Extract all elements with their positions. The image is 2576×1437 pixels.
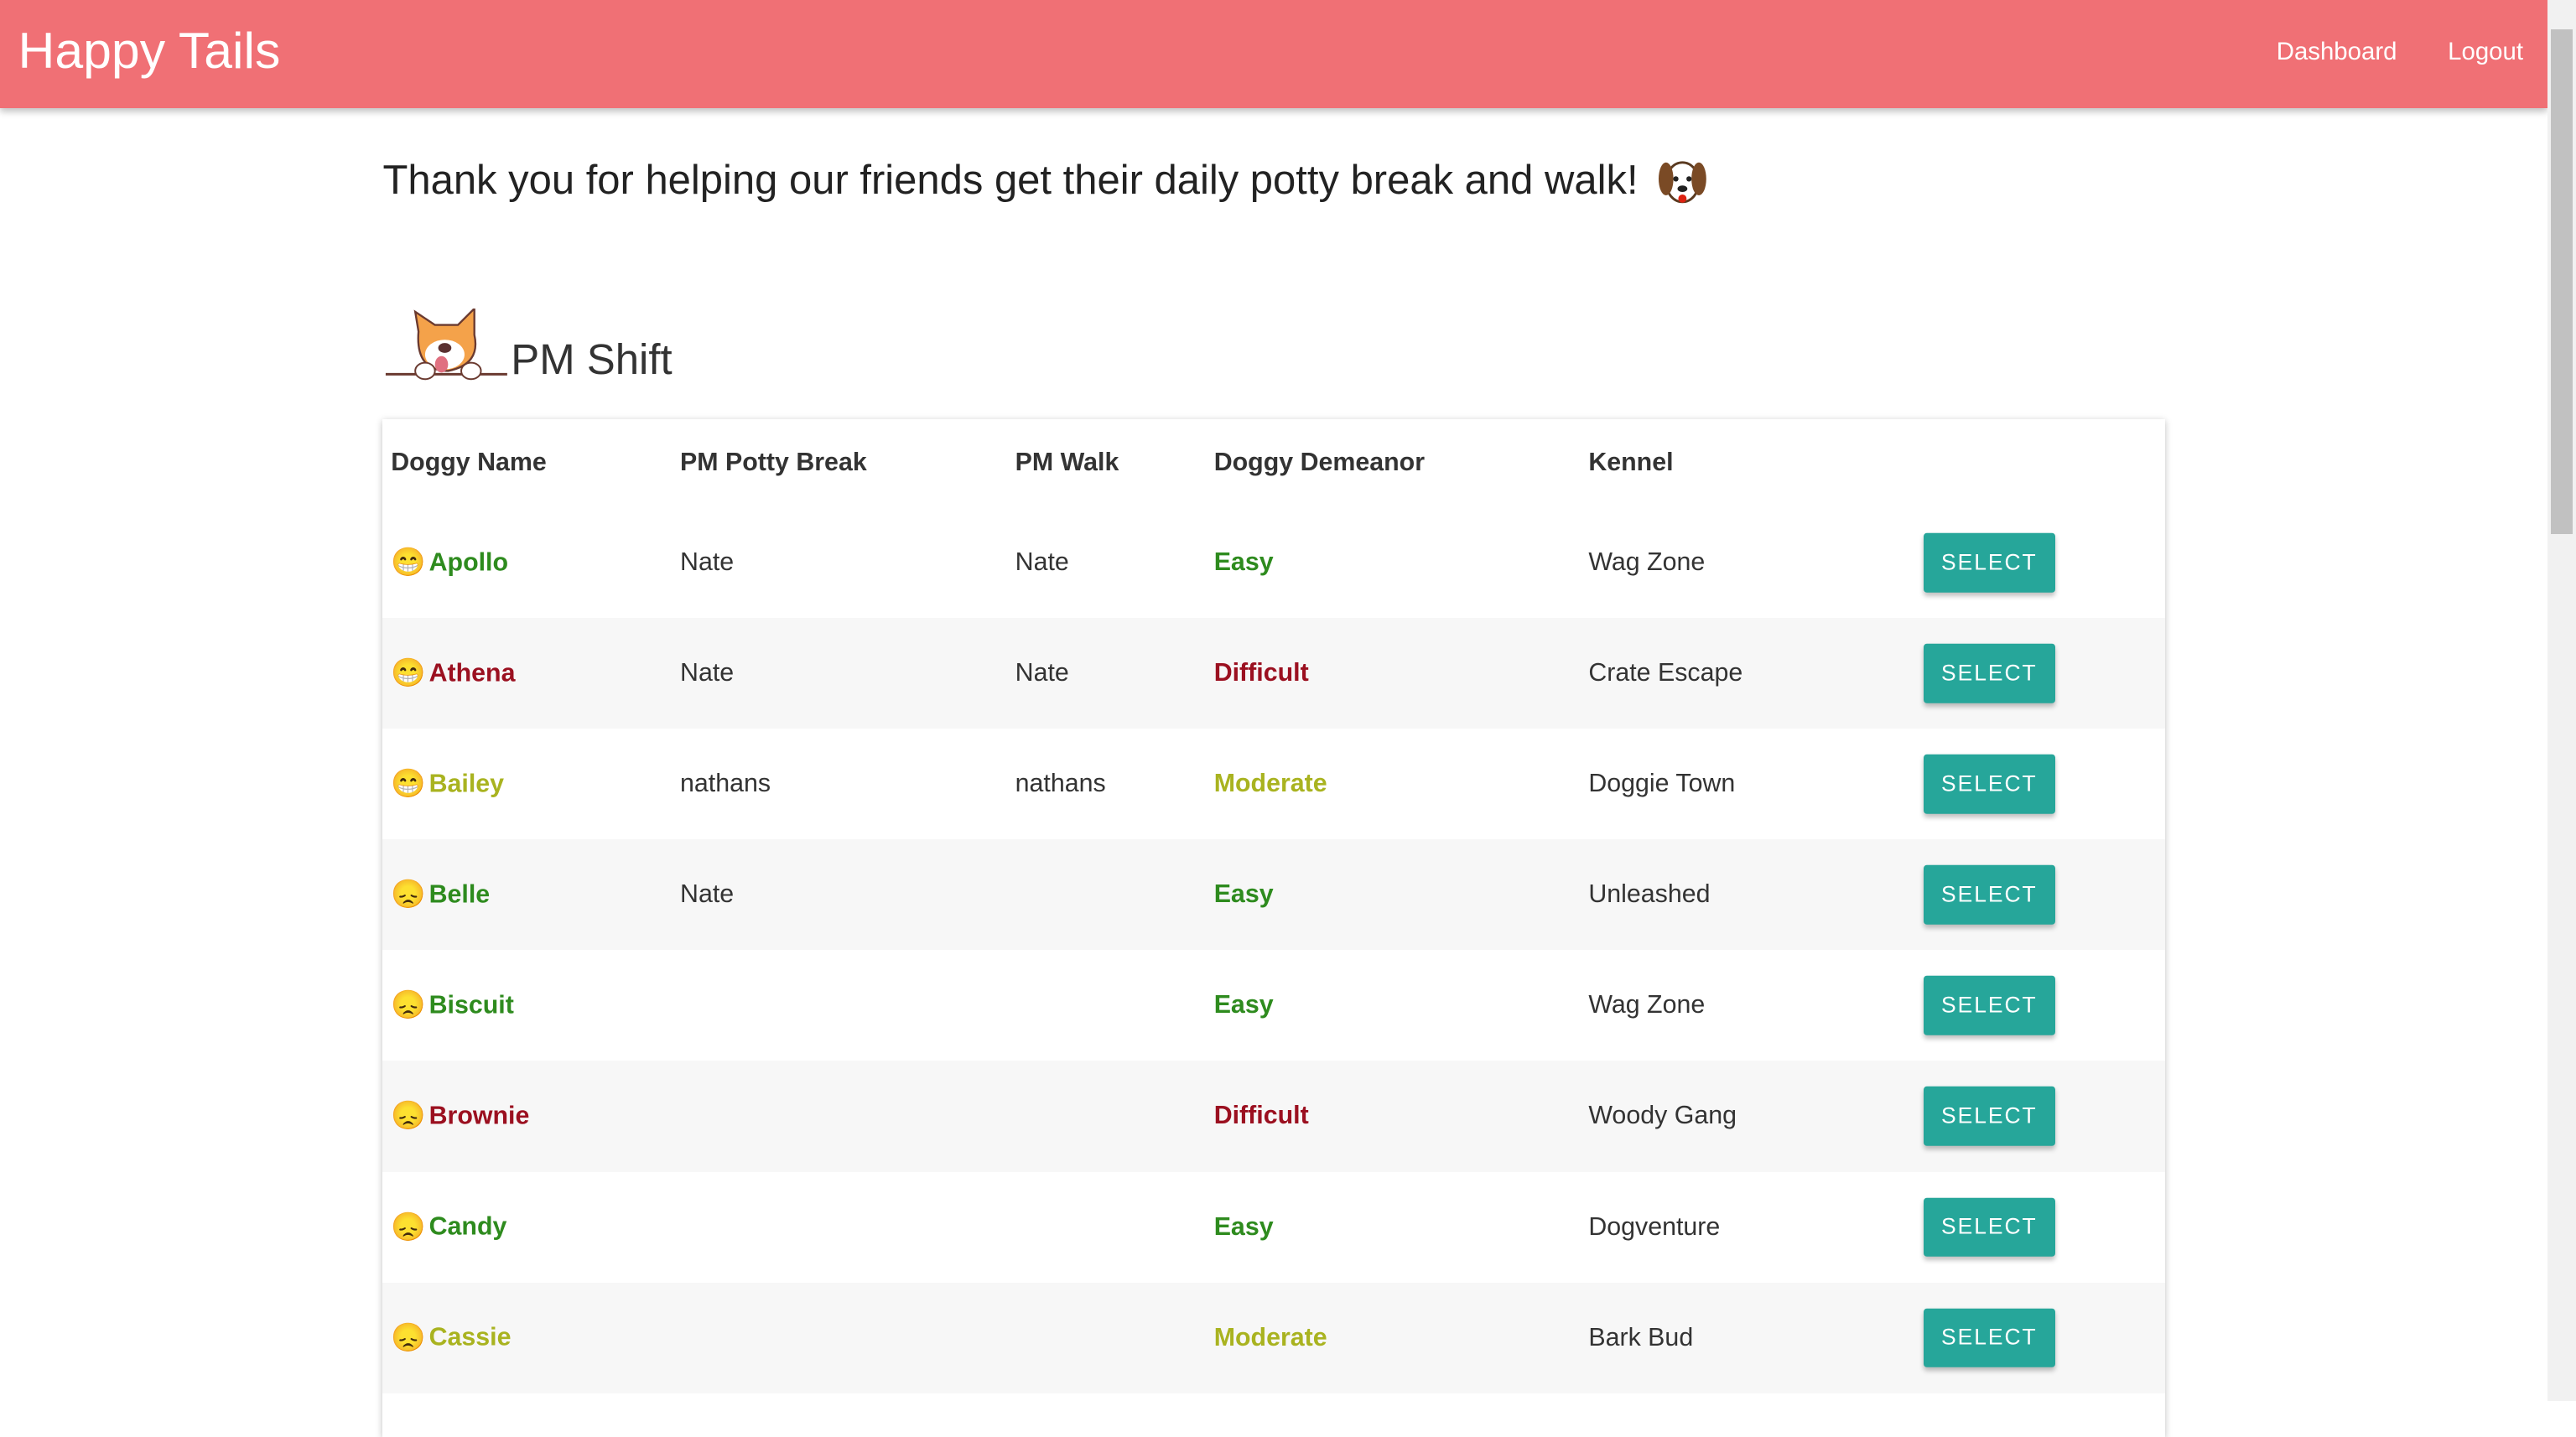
kennel-cell: Crate Escape (1588, 659, 1743, 687)
grinning-face-icon: 😁 (391, 547, 426, 578)
doggy-name: Biscuit (428, 991, 514, 1019)
kennel-cell: Doggie Town (1588, 770, 1736, 798)
brand-logo[interactable]: Happy Tails (18, 21, 281, 80)
demeanor-cell: Easy (1213, 991, 1274, 1019)
doggy-name: Candy (428, 1212, 507, 1241)
potty-break-cell: nathans (680, 770, 771, 798)
kennel-cell: Wag Zone (1588, 991, 1706, 1019)
doggy-name: Athena (428, 659, 516, 687)
doggy-name-cell: 😁 Athena (391, 657, 515, 690)
disappointed-face-icon: 😞 (391, 1322, 426, 1354)
navbar: Happy Tails Dashboard Logout (0, 0, 2548, 109)
dog-table: Doggy Name PM Potty Break PM Walk Doggy … (382, 418, 2165, 1437)
table-row: 😞 Brownie Difficult Woody Gang SELECT (382, 1061, 2165, 1172)
demeanor-cell: Difficult (1213, 659, 1309, 687)
doggy-name-cell: 😞 Brownie (391, 1100, 529, 1133)
demeanor-cell: Moderate (1213, 770, 1327, 798)
disappointed-face-icon: 😞 (391, 989, 426, 1021)
demeanor-cell: Moderate (1213, 1323, 1327, 1351)
scrollbar-thumb[interactable] (2551, 29, 2573, 534)
doggy-name-cell: 😞 Belle (391, 879, 490, 911)
kennel-cell: Wag Zone (1588, 548, 1706, 577)
demeanor-cell: Easy (1213, 1212, 1274, 1241)
nav-dashboard-link[interactable]: Dashboard (2277, 38, 2397, 66)
doggy-name-cell: 😁 Bailey (391, 768, 504, 801)
kennel-cell: Dogventure (1588, 1212, 1721, 1241)
grinning-face-icon: 😁 (391, 657, 426, 689)
disappointed-face-icon: 😞 (391, 1211, 426, 1243)
col-potty-break: PM Potty Break (680, 449, 867, 477)
potty-break-cell: Nate (680, 548, 735, 577)
doggy-name: Cassie (428, 1323, 512, 1351)
select-button[interactable]: SELECT (1923, 1087, 2055, 1146)
shift-title: PM Shift (511, 335, 673, 384)
col-doggy-name: Doggy Name (391, 449, 547, 477)
table-row: 😞 Candy Easy Dogventure SELECT (382, 1172, 2165, 1283)
disappointed-face-icon: 😞 (391, 1100, 426, 1132)
table-row: 😁 Bailey nathans nathans Moderate Doggie … (382, 729, 2165, 839)
col-kennel: Kennel (1588, 449, 1674, 477)
select-button[interactable]: SELECT (1923, 865, 2055, 925)
demeanor-cell: Difficult (1213, 1102, 1309, 1130)
select-button[interactable]: SELECT (1923, 644, 2055, 703)
potty-break-cell: Nate (680, 659, 735, 687)
kennel-cell: Bark Bud (1588, 1323, 1694, 1351)
table-row: 😞 Belle Nate Easy Unleashed SELECT (382, 839, 2165, 951)
doggy-name: Belle (428, 880, 491, 909)
doggy-name-cell: 😞 Biscuit (391, 989, 514, 1022)
doggy-name-cell: 😞 Cassie (391, 1321, 511, 1354)
table-row: 😞 Cassie Moderate Bark Bud SELECT (382, 1282, 2165, 1393)
nav-logout-link[interactable]: Logout (2448, 38, 2523, 66)
shift-heading: PM Shift (382, 309, 673, 384)
col-demeanor: Doggy Demeanor (1213, 449, 1426, 477)
col-walk: PM Walk (1015, 449, 1119, 477)
table-row: 😁 Apollo Nate Nate Easy Wag Zone SELECT (382, 507, 2165, 618)
doggy-name: Apollo (428, 548, 509, 577)
grinning-face-icon: 😁 (391, 768, 426, 800)
select-button[interactable]: SELECT (1923, 755, 2055, 814)
kennel-cell: Woody Gang (1588, 1102, 1737, 1130)
shiba-peeking-icon (386, 309, 508, 381)
walk-cell: Nate (1015, 659, 1069, 687)
select-button[interactable]: SELECT (1923, 533, 2055, 593)
dog-face-icon (1659, 161, 1706, 204)
table-header: Doggy Name PM Potty Break PM Walk Doggy … (382, 419, 2165, 508)
walk-cell: nathans (1015, 770, 1106, 798)
demeanor-cell: Easy (1213, 548, 1274, 577)
kennel-cell: Unleashed (1588, 880, 1711, 909)
table-row: 😞 Biscuit Easy Wag Zone SELECT (382, 950, 2165, 1061)
select-button[interactable]: SELECT (1923, 1308, 2055, 1367)
scrollbar[interactable] (2547, 0, 2576, 1402)
potty-break-cell: Nate (680, 880, 735, 909)
greeting: Thank you for helping our friends get th… (382, 154, 1706, 207)
doggy-name-cell: 😁 Apollo (391, 547, 508, 579)
disappointed-face-icon: 😞 (391, 879, 426, 910)
greeting-text: Thank you for helping our friends get th… (382, 158, 1639, 204)
walk-cell: Nate (1015, 548, 1069, 577)
select-button[interactable]: SELECT (1923, 976, 2055, 1035)
demeanor-cell: Easy (1213, 880, 1274, 909)
doggy-name-cell: 😞 Candy (391, 1211, 506, 1243)
table-row: 😁 Athena Nate Nate Difficult Crate Escape… (382, 618, 2165, 729)
doggy-name: Brownie (428, 1102, 530, 1130)
select-button[interactable]: SELECT (1923, 1197, 2055, 1257)
doggy-name: Bailey (428, 770, 505, 798)
